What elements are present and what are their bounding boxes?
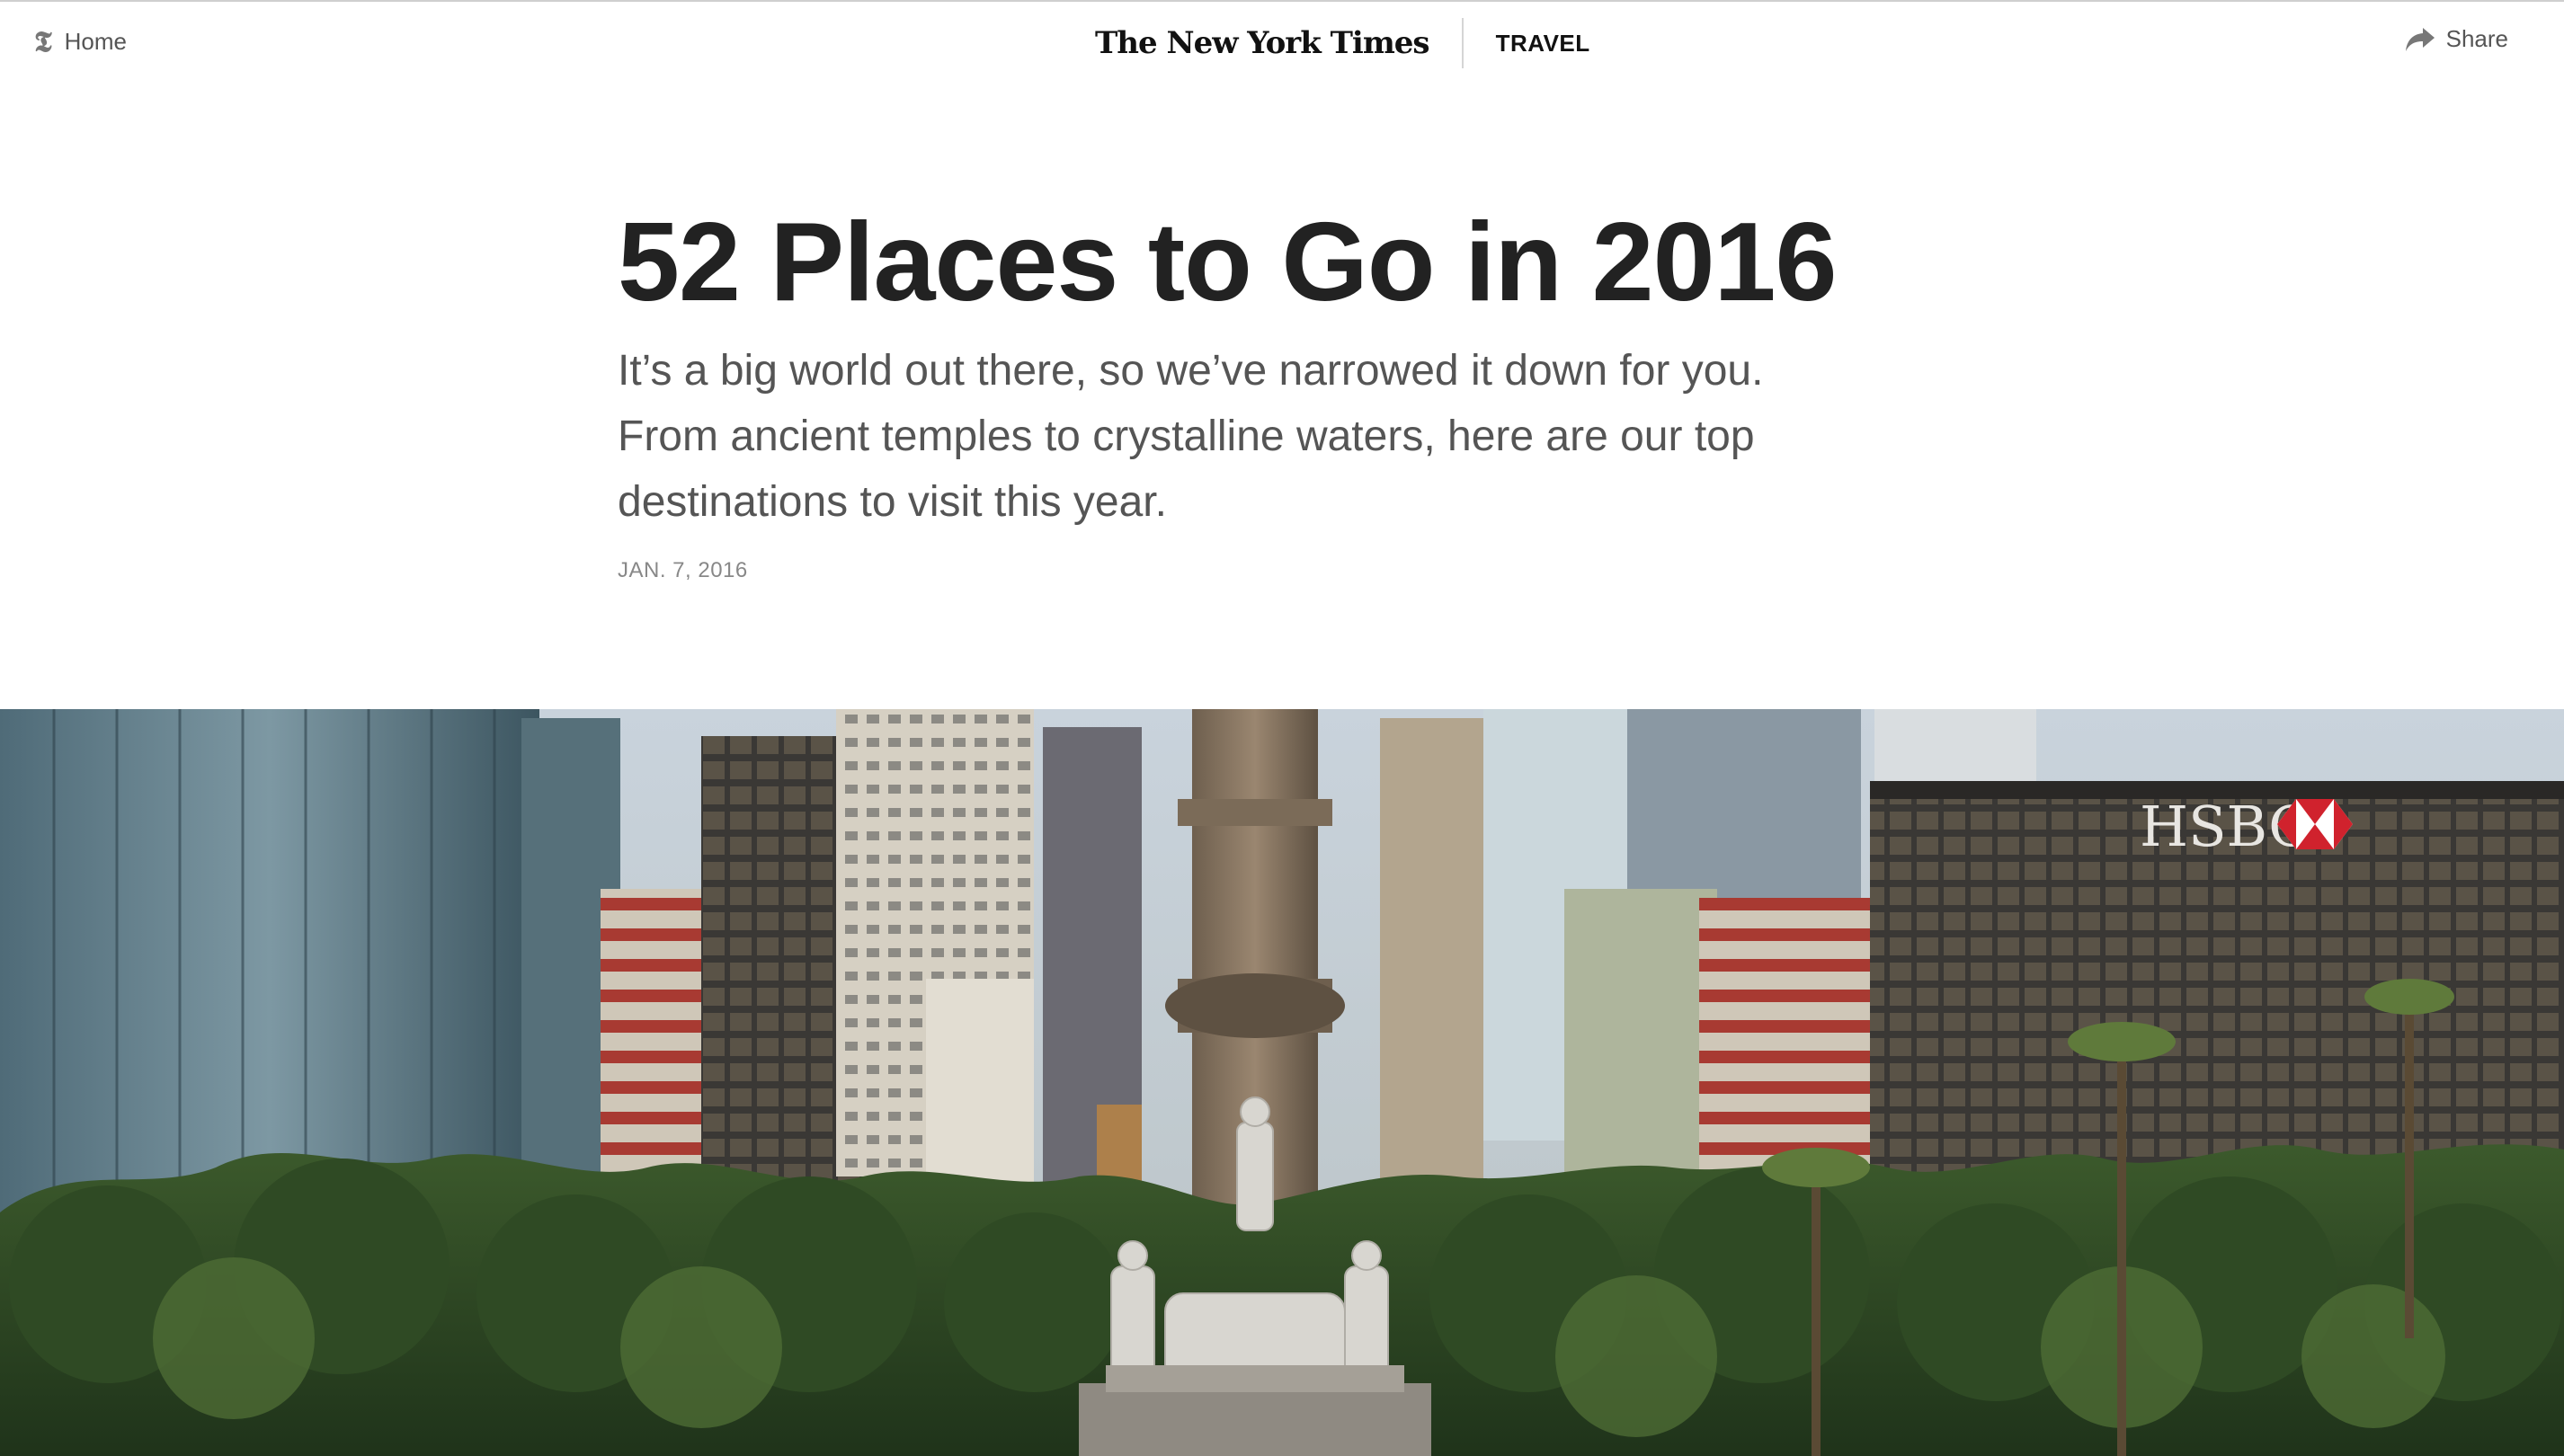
home-link[interactable]: 𝕿 Home xyxy=(34,27,127,56)
nyt-t-icon: 𝕿 xyxy=(34,24,52,58)
section-link-travel[interactable]: TRAVEL xyxy=(1464,30,1590,58)
share-label: Share xyxy=(2445,25,2508,52)
page: 𝕿 Home The New York Times TRAVEL Share 5… xyxy=(0,0,2564,1456)
headline: 52 Places to Go in 2016 xyxy=(618,200,1837,324)
share-arrow-icon xyxy=(2405,27,2435,51)
share-button[interactable]: Share xyxy=(2405,25,2508,53)
article-intro: 52 Places to Go in 2016 It’s a big world… xyxy=(618,200,1930,583)
hero-image: HSBC xyxy=(0,709,2564,1456)
header: 𝕿 Home The New York Times TRAVEL Share xyxy=(0,2,2564,83)
nyt-logo[interactable]: The New York Times xyxy=(1095,18,1462,68)
hero-cityscape: HSBC xyxy=(0,709,2564,1456)
home-label: Home xyxy=(64,27,128,55)
summary: It’s a big world out there, so we’ve nar… xyxy=(618,347,1764,526)
dateline: JAN. 7, 2016 xyxy=(618,558,748,582)
masthead: The New York Times TRAVEL xyxy=(1095,18,1590,68)
